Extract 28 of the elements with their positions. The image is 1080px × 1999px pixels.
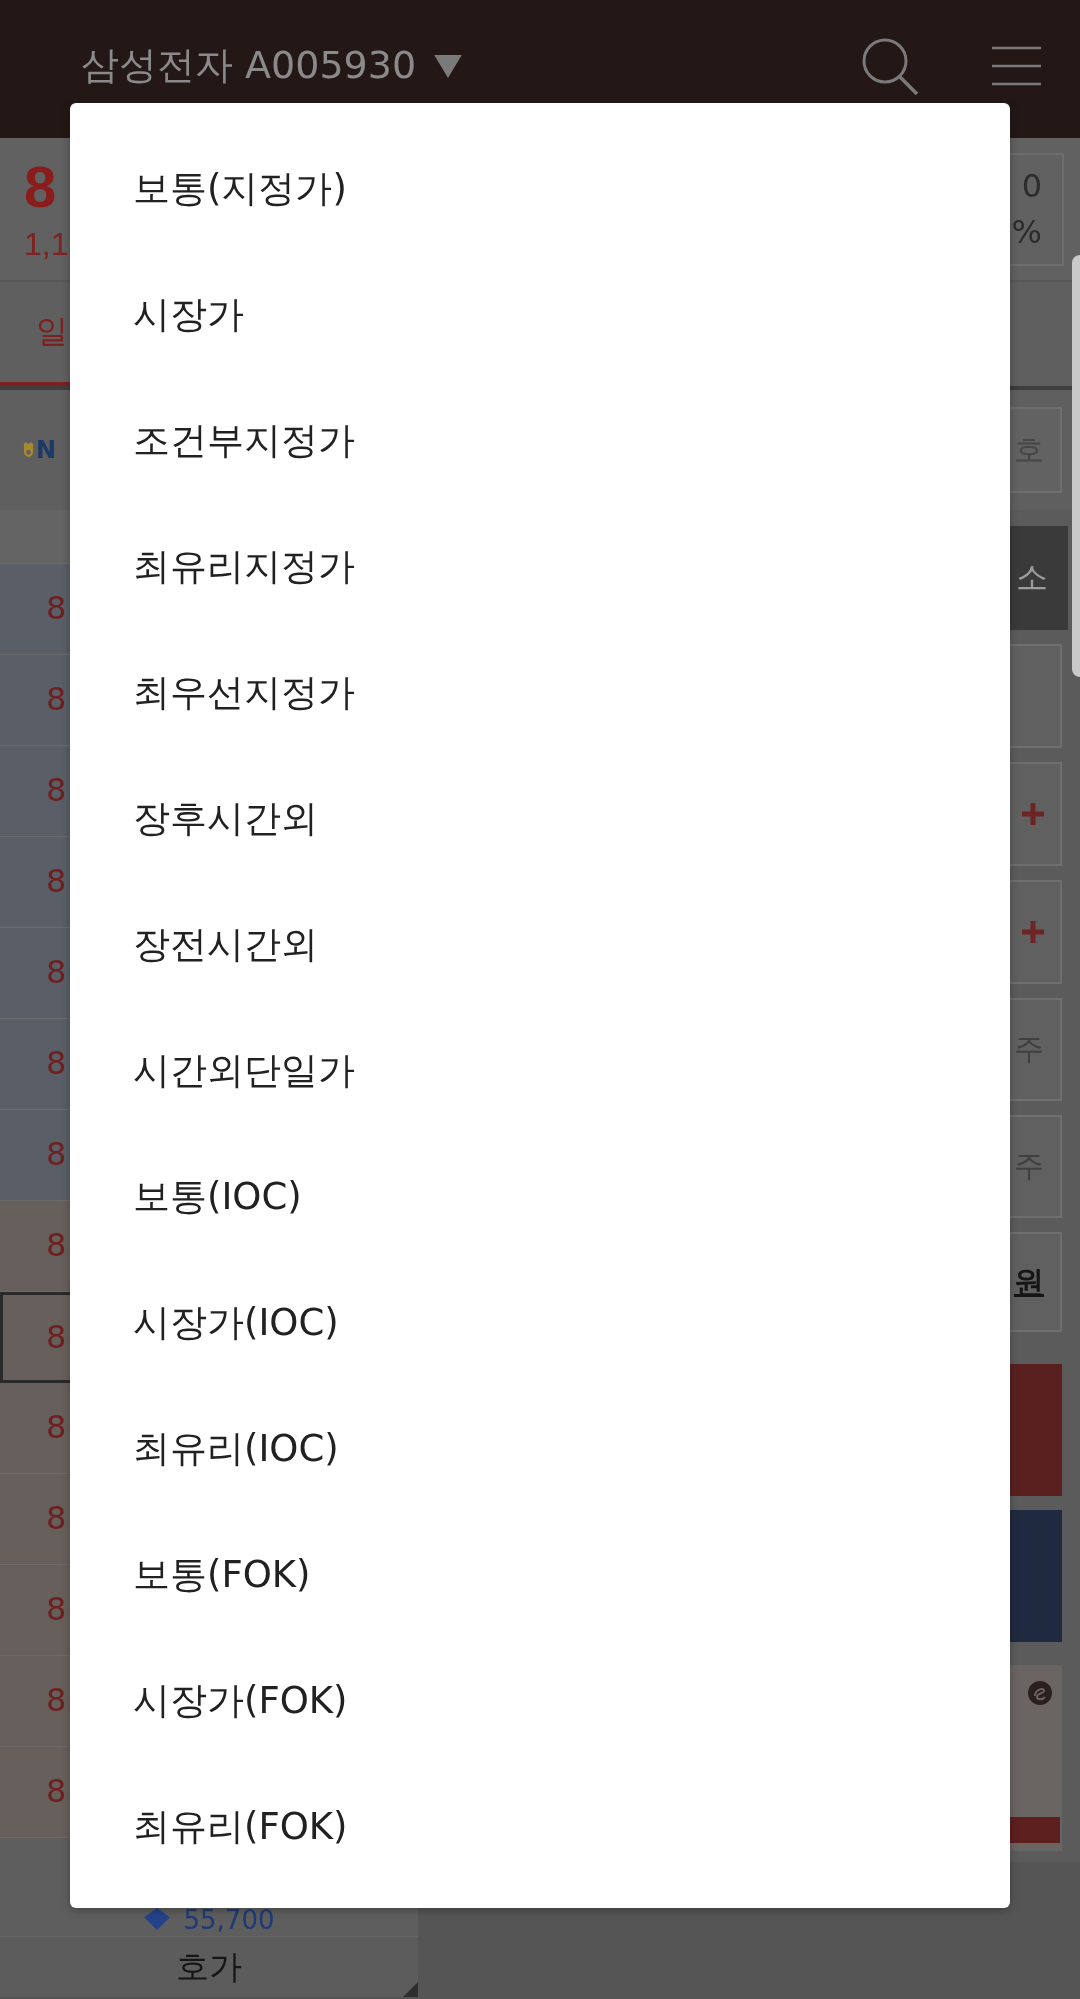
lower-limit-price: 55,700 xyxy=(183,1906,275,1934)
price-cell: 8 xyxy=(46,1137,67,1173)
logo-text: N xyxy=(36,436,57,464)
stock-title[interactable]: 삼성전자 A005930 xyxy=(81,45,417,87)
price-cell: 8 xyxy=(46,1410,67,1446)
price-cell: 8 xyxy=(46,1592,67,1628)
price-cell: 8 xyxy=(46,1228,67,1264)
price-cell: 8 xyxy=(46,682,67,718)
price-cell: 8 xyxy=(46,1046,67,1082)
caret-down-icon[interactable] xyxy=(434,54,463,78)
current-price: 8 xyxy=(24,154,57,219)
menu-item[interactable]: 보통(지정가) xyxy=(70,126,1010,252)
price-cell: 8 xyxy=(46,955,67,991)
price-cell: 8 xyxy=(46,1774,67,1810)
price-change: 1,1 xyxy=(24,224,69,264)
price-cell: 8 xyxy=(46,864,67,900)
price-cell: 8 xyxy=(46,1319,67,1356)
menu-icon[interactable] xyxy=(992,46,1041,86)
logo-icon xyxy=(23,441,34,459)
search-icon[interactable] xyxy=(861,36,919,96)
price-cell: 8 xyxy=(46,1501,67,1537)
quote-value: % xyxy=(1011,213,1042,252)
price-cell: 8 xyxy=(46,1683,67,1719)
price-cell: 8 xyxy=(46,773,67,809)
corner-triangle-icon xyxy=(403,1982,418,1997)
price-cell: 8 xyxy=(46,591,67,627)
menu-item[interactable]: 시장가 xyxy=(70,252,1010,378)
logo-icon xyxy=(1028,1681,1052,1705)
